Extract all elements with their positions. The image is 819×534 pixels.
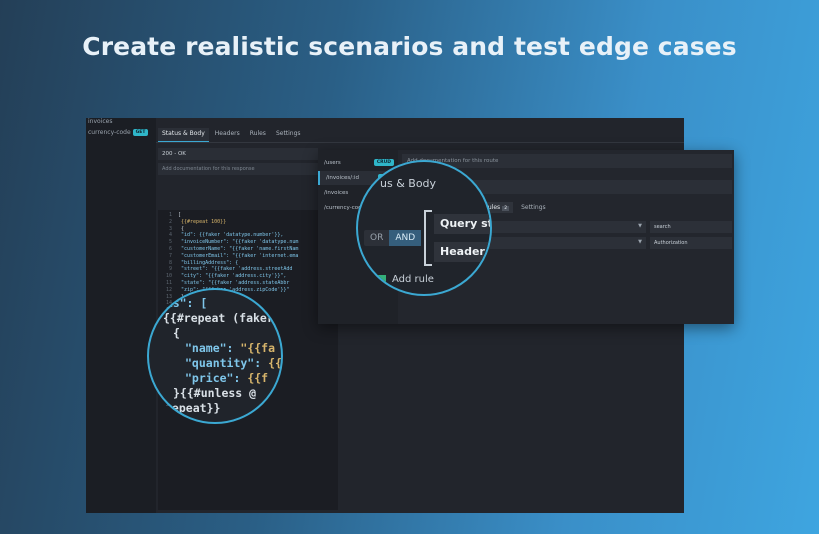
chevron-down-icon: ▼: [638, 223, 642, 229]
code-line: 1[: [158, 212, 181, 218]
response-tabs: Status & Body Headers Rules Settings: [158, 128, 305, 142]
code-text: "state": "{{faker 'address.stateAbbr: [178, 280, 290, 286]
line-number: 4: [168, 232, 172, 239]
code-line: 3 {: [158, 226, 184, 232]
code-text: {{#repeat 100}}: [178, 218, 227, 225]
and-button[interactable]: AND: [389, 230, 422, 246]
route-item-currency-code[interactable]: currency-code GET: [88, 129, 149, 136]
add-icon: [378, 275, 386, 283]
line-number: 11: [165, 280, 172, 286]
route-label: /users: [324, 160, 341, 166]
code-line: 2 {{#repeat 100}}: [158, 219, 226, 225]
line-number: 8: [168, 259, 172, 266]
code-text: "street": "{{faker 'address.streetAdd: [178, 266, 293, 273]
zoom-code-line: "price": {{f: [185, 371, 268, 385]
rule-property-input[interactable]: search: [650, 221, 732, 233]
route-label: /invoices: [324, 190, 349, 196]
line-number: 6: [168, 246, 172, 252]
route-item-invoices[interactable]: invoices: [88, 118, 112, 125]
rule-property-input[interactable]: Authorization: [650, 237, 732, 249]
code-text: "customerEmail": "{{faker 'internet.ema: [178, 252, 299, 259]
code-line: 5 "invoiceNumber": "{{faker 'datatype.nu…: [158, 239, 298, 245]
json-value: {{f: [240, 371, 269, 385]
code-text: {: [178, 225, 185, 232]
code-line: 11 "state": "{{faker 'address.stateAbbr: [158, 280, 289, 286]
zoom-rules-magnifier: us & Body OR AND Query st Header Add rul…: [356, 160, 492, 296]
route-label: currency-code: [88, 129, 131, 136]
routes-sidebar: invoices currency-code GET: [86, 118, 156, 513]
code-text: "id": {{faker 'datatype.number'}},: [178, 232, 284, 239]
rules-bracket: [424, 210, 432, 266]
route-item-users[interactable]: /users CRUD: [318, 156, 398, 170]
line-number: 3: [168, 225, 172, 232]
response-documentation-input[interactable]: Add documentation for this response: [158, 163, 318, 175]
line-number: 10: [165, 273, 172, 280]
code-line: 6 "customerName": "{{faker 'name.firstNa…: [158, 246, 298, 252]
code-text: "invoiceNumber": "{{faker 'datatype.num: [178, 239, 299, 246]
tab-status-body[interactable]: Status & Body: [158, 128, 209, 142]
zoom-code-magnifier: items": [{{#repeat (faker{"name": "{{fa "…: [147, 288, 283, 424]
route-label: invoices: [88, 118, 113, 125]
code-line: 9 "street": "{{faker 'address.streetAdd: [158, 266, 292, 272]
json-key: "quantity":: [185, 356, 262, 370]
tab-headers[interactable]: Headers: [211, 128, 244, 142]
code-line: 8 "billingAddress": {: [158, 260, 238, 266]
code-line: 4 "id": {{faker 'datatype.number'}},: [158, 232, 283, 238]
method-badge: CRUD: [373, 159, 394, 166]
rules-tabs: Rules 2 Settings: [480, 202, 550, 213]
line-number: 9: [168, 266, 172, 273]
json-value: {{: [261, 356, 282, 370]
zoom-code-line: "name": "{{fa: [185, 341, 275, 355]
zoom-code-line: "quantity": {{: [185, 356, 282, 370]
tab-rules[interactable]: Rules: [246, 128, 270, 142]
tab-heading: us & Body: [380, 177, 437, 190]
json-value: "{{fa: [233, 341, 276, 355]
status-code-select[interactable]: 200: [450, 180, 732, 194]
or-button[interactable]: OR: [364, 230, 389, 246]
line-number: 7: [168, 252, 172, 259]
rule-target-query-string[interactable]: Query st: [434, 214, 490, 234]
zoom-code-line: items": [: [147, 296, 208, 310]
line-number: 2: [168, 218, 172, 225]
line-number: 5: [168, 239, 172, 246]
add-rule-label: Add rule: [392, 274, 434, 285]
tabs-divider: [156, 142, 684, 143]
code-line: 7 "customerEmail": "{{faker 'internet.em…: [158, 253, 298, 259]
line-number: 12: [165, 286, 172, 293]
zoom-code-line: {: [173, 326, 180, 340]
status-code-select[interactable]: 200 - OK: [158, 148, 318, 160]
headline: Create realistic scenarios and test edge…: [82, 32, 737, 61]
code-text: }{{#unless @: [173, 386, 257, 400]
code-text: repeat}}: [165, 401, 221, 415]
code-text: {{#repeat (faker: [163, 311, 274, 325]
add-rule-button[interactable]: Add rule: [378, 274, 434, 285]
rules-count-badge: 2: [502, 206, 510, 211]
tab-settings[interactable]: Settings: [517, 202, 550, 213]
method-badge: GET: [132, 129, 149, 136]
chevron-down-icon: ▼: [638, 239, 642, 245]
code-line: 10 "city": "{{faker 'address.city'}}",: [158, 273, 286, 279]
code-text: [: [178, 212, 182, 218]
code-text: "billingAddress": {: [178, 259, 239, 266]
route-label: /invoices/:id: [326, 175, 360, 181]
rule-target-select[interactable]: ▼: [486, 221, 646, 233]
code-text: "city": "{{faker 'address.city'}}",: [178, 273, 287, 280]
line-number: 1: [168, 212, 172, 218]
rules-operator-toggle[interactable]: OR AND: [364, 230, 422, 246]
json-key: "price":: [185, 371, 241, 385]
tab-settings[interactable]: Settings: [272, 128, 305, 142]
zoom-code-line: repeat}}: [165, 401, 220, 415]
zoom-code-line: {{#repeat (faker: [163, 311, 274, 325]
code-text: {: [173, 326, 180, 340]
code-text: "customerName": "{{faker 'name.firstNam: [178, 246, 299, 252]
zoom-code-line: }{{#unless @: [173, 386, 256, 400]
rule-target-select[interactable]: ▼: [486, 237, 646, 249]
json-key: "name":: [185, 341, 234, 355]
code-text: items": [: [147, 296, 208, 310]
rule-target-header[interactable]: Header: [434, 242, 490, 262]
